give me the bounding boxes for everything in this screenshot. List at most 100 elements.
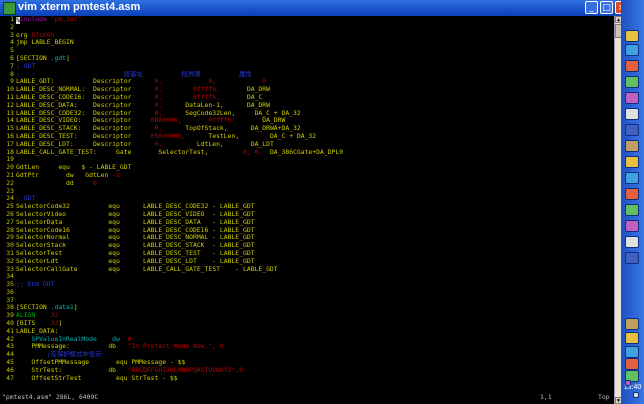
code-token: DA_386CGate+DA_DPL0 — [269, 148, 344, 156]
line-number: 35 — [6, 281, 14, 289]
app-icon-8[interactable] — [625, 140, 639, 152]
code-token: SelectorTest equ LABLE_DESC_TEST - LABLE… — [16, 249, 255, 257]
code-line: 25 SelectorCode32 equ LABLE_DESC_CODE32 -… — [0, 203, 614, 211]
app-icon-3[interactable] — [625, 60, 639, 72]
app-icon-5[interactable] — [625, 92, 639, 104]
code-token: TopOfStack, — [185, 125, 251, 133]
line-number: 10 — [6, 86, 14, 94]
code-token: 0, — [154, 101, 186, 109]
app-icon-15[interactable] — [625, 252, 639, 264]
code-token: SelectorNormal equ LABLE_DESC_NORMAL - L… — [16, 234, 255, 242]
code-line: 23 — [0, 188, 614, 196]
code-token: LABLE_DESC_VIDEO: Descriptor — [16, 117, 151, 125]
line-number: 21 — [6, 171, 14, 179]
code-token: ALIGN — [16, 312, 51, 320]
code-token: SelectorCode32 equ LABLE_DESC_CODE32 - L… — [16, 203, 255, 211]
vim-status-line: "pmtest4.asm" 286L, 6409C 1,1 Top — [0, 392, 614, 402]
app-icon-21[interactable] — [625, 380, 631, 386]
line-number: 3 — [10, 31, 14, 39]
app-icon-19[interactable] — [625, 358, 639, 370]
code-token: 0500000h, — [150, 132, 209, 140]
code-line: 42 SPValueInRealMode dw 0 — [0, 336, 614, 344]
line-number: 22 — [6, 179, 14, 187]
maximize-button[interactable]: □ — [600, 1, 613, 14]
code-line: 41 LABLE_DATA: — [0, 328, 614, 336]
code-line: 26 SelectorVideo equ LABLE_DESC_VIDEO - L… — [0, 211, 614, 219]
code-token: 0, 0, — [243, 148, 270, 156]
code-token: DA_DRWA+DA_32 — [250, 125, 301, 133]
code-line: 10 LABLE_DESC_NORMAL: Descriptor 0, 0ffff… — [0, 86, 614, 94]
line-number: 19 — [6, 156, 14, 164]
code-token: SelectorData equ LABLE_DESC_DATA - LABLE… — [16, 218, 255, 226]
code-lines: 1 %include "pm.inc" 2 3 org 07c00h 4 jmp LABLE… — [0, 16, 614, 382]
code-line: 32 SelectorLdt equ LABLE_DESC_LDT - LABLE… — [0, 258, 614, 266]
app-icon-10[interactable] — [625, 172, 639, 184]
code-line: 12 LABLE_DESC_DATA: Descriptor 0, DataLen… — [0, 102, 614, 110]
code-token: LABLE_DESC_CODE32: Descriptor — [16, 109, 155, 117]
code-token: LABLE_BEGIN — [31, 39, 74, 47]
line-number: 26 — [6, 210, 14, 218]
code-line: 4 jmp LABLE_BEGIN — [0, 39, 614, 47]
code-token: LABLE_DESC_NORMAL: Descriptor — [16, 86, 155, 94]
code-token: LABLE_DESC_STACK: Descriptor — [16, 125, 155, 133]
line-number: 14 — [6, 117, 14, 125]
app-icon-22[interactable] — [633, 392, 639, 398]
app-icon-1[interactable] — [625, 30, 639, 42]
line-number: 30 — [6, 242, 14, 250]
code-line: 35;; End GDT — [0, 281, 614, 289]
vim-editor[interactable]: 1 %include "pm.inc" 2 3 org 07c00h 4 jmp LABLE… — [0, 16, 614, 404]
app-icon-7[interactable] — [625, 124, 639, 136]
title-bar[interactable]: vim xterm pmtest4.asm _ □ × — [0, 0, 644, 17]
code-token: [SECTION — [16, 304, 51, 312]
code-token: DA_LDT — [250, 140, 274, 148]
app-icon-11[interactable] — [625, 188, 639, 200]
app-icon-18[interactable] — [625, 346, 639, 358]
app-icon-4[interactable] — [625, 76, 639, 88]
code-token: include — [19, 16, 51, 23]
app-icon-2[interactable] — [625, 44, 639, 56]
code-line: 29 SelectorNormal equ LABLE_DESC_NORMAL -… — [0, 234, 614, 242]
line-number: 27 — [6, 218, 14, 226]
line-number: 39 — [6, 312, 14, 320]
app-icon-13[interactable] — [625, 220, 639, 232]
code-token: .gdt — [50, 54, 67, 62]
minimize-button[interactable]: _ — [585, 1, 598, 14]
code-line: 1 %include "pm.inc" — [0, 16, 614, 24]
code-line: 11 LABLE_DESC_CODE16: Descriptor 0, 0ffff… — [0, 94, 614, 102]
status-scroll-position: Top — [598, 393, 610, 401]
code-token: SelectorLdt equ LABLE_DESC_LDT - LABLE_G… — [16, 257, 255, 265]
app-icon-16[interactable] — [625, 318, 639, 330]
code-token: 0, — [154, 109, 186, 117]
code-line: 6 [SECTION .gdt] — [0, 55, 614, 63]
code-token: SelectorStack equ LABLE_DESC_STACK - LAB… — [16, 242, 255, 250]
line-number: 12 — [6, 101, 14, 109]
code-line: 44 ;在保护模式中显示 — [0, 351, 614, 359]
line-number: 31 — [6, 249, 14, 257]
code-line: 43 PMMessage: db "In Protect Mode Now.",… — [0, 343, 614, 351]
code-token: TestLen, — [208, 132, 270, 140]
code-line: 18 LABLE_CALL_GATE_TEST: Gate SelectorTes… — [0, 149, 614, 157]
app-icon-14[interactable] — [625, 236, 639, 248]
line-number: 2 — [10, 23, 14, 31]
code-token: jmp — [16, 39, 32, 47]
line-number: 32 — [6, 257, 14, 265]
code-token: 32 — [50, 312, 59, 320]
code-token: -1 — [112, 171, 120, 179]
code-line: 13 LABLE_DESC_CODE32: Descriptor 0, SegCo… — [0, 110, 614, 118]
window-title: vim xterm pmtest4.asm — [18, 1, 141, 13]
code-token: OffsetPMMessage equ PMMessage - $$ — [16, 359, 186, 367]
code-token: ; GDT — [16, 195, 36, 203]
line-number: 29 — [6, 234, 14, 242]
code-line: 36 — [0, 289, 614, 297]
app-icon-17[interactable] — [625, 332, 639, 344]
app-icon-6[interactable] — [625, 108, 639, 120]
code-line: 2 — [0, 24, 614, 32]
code-token: DA_DRW — [246, 101, 270, 109]
line-number: 46 — [6, 366, 14, 374]
code-token: SPValueInRealMode dw — [16, 335, 128, 343]
app-icon-12[interactable] — [625, 204, 639, 216]
app-icon-9[interactable] — [625, 156, 639, 168]
line-number: 45 — [6, 359, 14, 367]
code-token: "pm.inc" — [50, 16, 82, 23]
line-number: 41 — [6, 327, 14, 335]
